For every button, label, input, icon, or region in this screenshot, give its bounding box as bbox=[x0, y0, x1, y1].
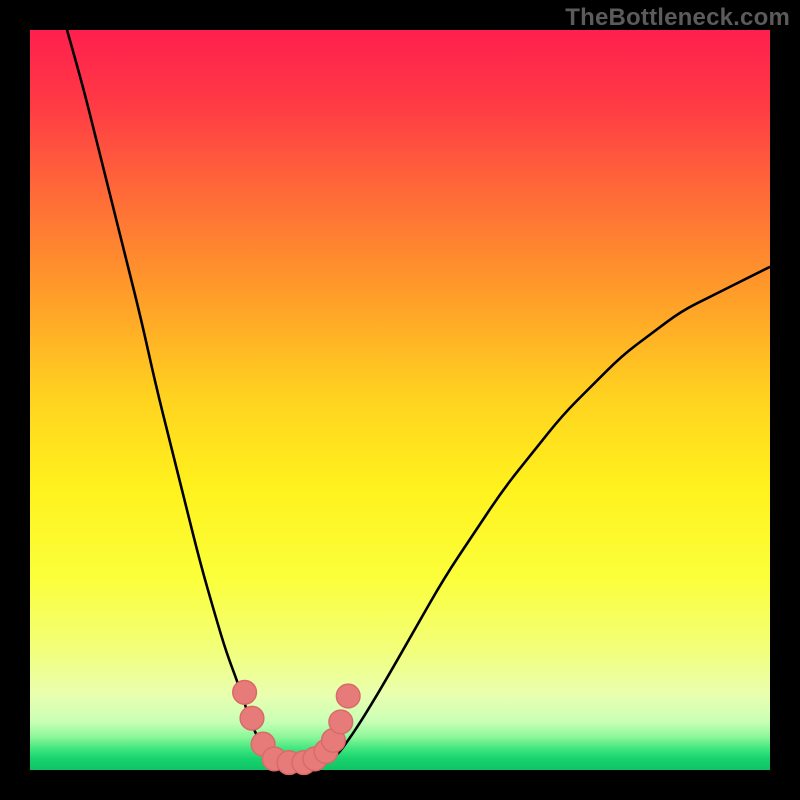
valley-marker bbox=[336, 684, 360, 708]
valley-marker bbox=[240, 706, 264, 730]
valley-markers-group bbox=[233, 680, 360, 774]
valley-marker bbox=[233, 680, 257, 704]
watermark-text: TheBottleneck.com bbox=[565, 4, 790, 32]
chart-frame: TheBottleneck.com bbox=[0, 0, 800, 800]
chart-svg bbox=[30, 30, 770, 770]
valley-marker bbox=[329, 710, 353, 734]
bottleneck-curve bbox=[67, 30, 770, 763]
